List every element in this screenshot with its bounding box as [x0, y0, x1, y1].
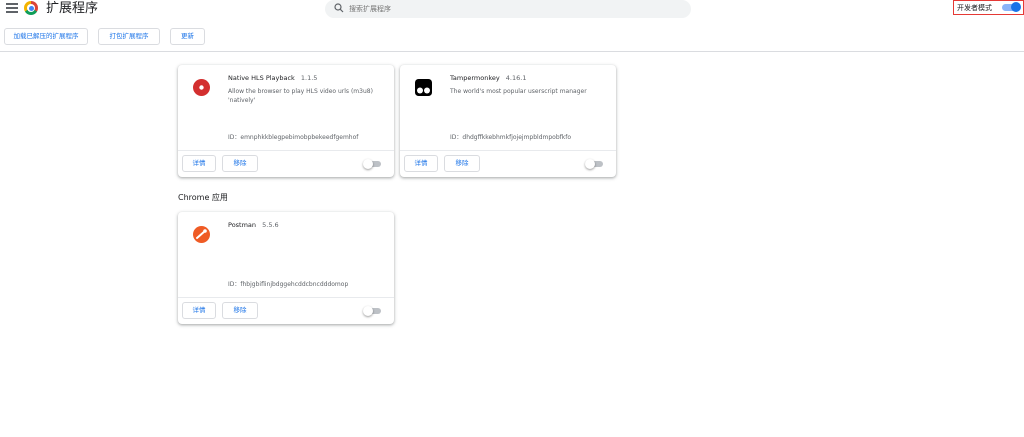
details-button[interactable]: 详情 [182, 302, 216, 319]
extension-enable-toggle[interactable] [585, 159, 603, 169]
chrome-apps-heading: Chrome 应用 [178, 193, 228, 202]
chrome-logo-icon [24, 1, 38, 15]
search-input[interactable] [349, 0, 679, 18]
extension-name: Tampermonkey [450, 74, 500, 82]
search-icon [334, 3, 344, 13]
card-divider [400, 150, 616, 151]
tampermonkey-icon [415, 79, 432, 96]
extension-version: 4.16.1 [505, 74, 527, 82]
app-name: Postman [228, 221, 257, 229]
page-title: 扩展程序 [46, 1, 99, 16]
top-bar: 扩展程序 开发者模式 [0, 0, 1024, 20]
extension-card-native-hls: Native HLS Playback 1.1.5 Allow the brow… [178, 65, 394, 177]
remove-button[interactable]: 移除 [222, 302, 258, 319]
hls-play-icon [193, 79, 210, 96]
toolbar: 加载已解压的扩展程序 打包扩展程序 更新 [0, 22, 1024, 52]
app-id: ID：fhbjgbiflinjbdggehcddcbncdddomop [228, 281, 349, 288]
app-enable-toggle[interactable] [363, 306, 381, 316]
extension-version: 1.1.5 [300, 74, 318, 82]
dev-mode-toggle[interactable] [1002, 2, 1021, 12]
app-version: 5.5.6 [262, 221, 279, 229]
extension-id: ID：dhdgffkkebhmkfjojejmpbldmpobfkfo [450, 134, 572, 141]
load-unpacked-button[interactable]: 加载已解压的扩展程序 [4, 28, 88, 45]
extension-enable-toggle[interactable] [363, 159, 381, 169]
dev-mode-label: 开发者模式 [957, 4, 992, 12]
menu-icon[interactable] [6, 3, 18, 15]
extension-card-tampermonkey: Tampermonkey 4.16.1 The world's most pop… [400, 65, 616, 177]
card-divider [178, 297, 394, 298]
update-button[interactable]: 更新 [170, 28, 205, 45]
postman-icon [193, 226, 210, 243]
extension-id: ID：emnphkkblegpebimobpbekeedfgemhof [228, 134, 359, 141]
card-divider [178, 150, 394, 151]
details-button[interactable]: 详情 [182, 155, 216, 172]
extension-description: Allow the browser to play HLS video urls… [228, 88, 373, 104]
extension-name: Native HLS Playback [228, 74, 295, 82]
details-button[interactable]: 详情 [404, 155, 438, 172]
search-box[interactable] [325, 0, 691, 18]
pack-extension-button[interactable]: 打包扩展程序 [98, 28, 160, 45]
dev-mode-control: 开发者模式 [953, 0, 1024, 15]
extension-description: The world's most popular userscript mana… [450, 88, 587, 95]
app-card-postman: Postman 5.5.6 ID：fhbjgbiflinjbdggehcddcb… [178, 212, 394, 324]
remove-button[interactable]: 移除 [222, 155, 258, 172]
remove-button[interactable]: 移除 [444, 155, 480, 172]
